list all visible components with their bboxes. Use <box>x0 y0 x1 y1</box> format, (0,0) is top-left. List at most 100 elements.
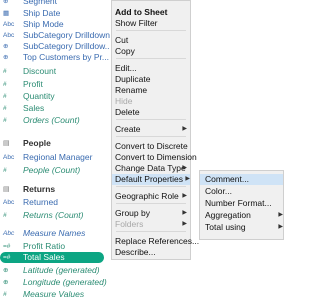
globe-icon: ⊕ <box>3 54 9 61</box>
field-measure-names[interactable]: Abc Measure Names <box>0 228 110 239</box>
menu-item-add-to-sheet[interactable]: Add to Sheet <box>115 7 187 18</box>
field-regional-manager[interactable]: Abc Regional Manager <box>0 152 110 163</box>
number-type-icon: # <box>3 105 7 112</box>
number-type-icon: # <box>3 167 7 174</box>
field-context-menu: Add to Sheet Show Filter Cut Copy Edit... Dup… <box>111 0 199 260</box>
menu-item-label: Copy <box>115 46 135 56</box>
field-latitude-generated[interactable]: ⊕ Latitude (generated) <box>0 265 110 276</box>
field-label: Measure Names <box>23 228 86 238</box>
menu-item-copy[interactable]: Copy <box>115 46 187 57</box>
field-quantity[interactable]: # Quantity <box>0 91 110 102</box>
submenu-item-comment[interactable]: Comment... <box>200 174 283 185</box>
field-label: Orders (Count) <box>23 115 80 125</box>
globe-icon: ⊕ <box>3 279 9 286</box>
menu-separator <box>116 136 186 137</box>
submenu-item-number-format[interactable]: Number Format... <box>205 198 283 209</box>
folder-people[interactable]: ▤ People <box>0 138 110 149</box>
menu-item-label: Show Filter <box>115 18 158 28</box>
folder-returns[interactable]: ▤ Returns <box>0 184 110 195</box>
menu-item-create[interactable]: Create ▶ <box>115 124 187 135</box>
field-label: Returned <box>23 197 58 207</box>
menu-item-hide: Hide <box>115 96 187 107</box>
calendar-icon: ▦ <box>3 10 10 17</box>
number-type-icon: # <box>3 93 7 100</box>
menu-item-duplicate[interactable]: Duplicate <box>115 74 187 85</box>
menu-item-label: Folders <box>115 219 144 229</box>
submenu-arrow-icon: ▶ <box>182 165 187 171</box>
field-top-customers-by-pr[interactable]: ⊕ Top Customers by Pr... <box>0 52 110 63</box>
menu-item-label: Describe... <box>115 247 156 257</box>
submenu-item-label: Comment... <box>205 174 249 184</box>
menu-item-geographic-role[interactable]: Geographic Role ▶ <box>115 191 187 202</box>
menu-item-label: Create <box>115 124 141 134</box>
field-label: People <box>23 138 51 148</box>
field-ship-date[interactable]: ▦ Ship Date <box>0 8 110 19</box>
field-returns-count[interactable]: # Returns (Count) <box>0 210 110 221</box>
menu-item-label: Default Properties <box>115 174 184 184</box>
field-label: People (Count) <box>23 165 81 175</box>
field-label: Sales <box>23 103 45 113</box>
menu-separator <box>116 231 186 232</box>
field-people-count[interactable]: # People (Count) <box>0 165 110 176</box>
menu-item-label: Geographic Role <box>115 191 179 201</box>
field-returned[interactable]: Abc Returned <box>0 197 110 208</box>
submenu-arrow-icon: ▶ <box>278 212 283 218</box>
field-segment[interactable]: ⊕ Segment <box>0 0 110 7</box>
field-label: Ship Mode <box>23 19 64 29</box>
menu-separator <box>116 58 186 59</box>
field-subcategory-drilldow[interactable]: ⊕ SubCategory Drilldow... <box>0 41 110 52</box>
submenu-arrow-icon: ▶ <box>182 193 187 199</box>
menu-item-convert-to-discrete[interactable]: Convert to Discrete <box>115 141 188 152</box>
menu-item-label: Rename <box>115 85 148 95</box>
number-type-icon: =# <box>3 254 11 261</box>
number-type-icon: # <box>3 117 7 124</box>
number-type-icon: # <box>3 291 7 298</box>
field-label: Top Customers by Pr... <box>23 52 109 62</box>
field-measure-values[interactable]: # Measure Values <box>0 289 110 300</box>
field-label: Total Sales <box>23 252 65 262</box>
menu-item-change-data-type[interactable]: Change Data Type ▶ <box>115 163 187 174</box>
menu-item-label: Change Data Type <box>115 163 186 173</box>
string-type-icon: Abc <box>3 154 15 161</box>
menu-item-replace-references[interactable]: Replace References... <box>115 236 199 247</box>
field-sales[interactable]: # Sales <box>0 103 110 114</box>
menu-item-describe[interactable]: Describe... <box>115 247 187 258</box>
data-pane-field-list: ⊕ Segment ▦ Ship Date Abc Ship Mode Abc SubCate… <box>0 0 110 300</box>
field-profit[interactable]: # Profit <box>0 79 110 90</box>
field-orders-count[interactable]: # Orders (Count) <box>0 115 110 126</box>
submenu-item-color[interactable]: Color... <box>205 186 283 197</box>
menu-separator <box>116 186 186 187</box>
submenu-arrow-icon: ▶ <box>182 126 187 132</box>
menu-item-convert-to-dimension[interactable]: Convert to Dimension <box>115 152 197 163</box>
menu-item-cut[interactable]: Cut <box>115 35 187 46</box>
field-discount[interactable]: # Discount <box>0 66 110 77</box>
menu-separator <box>116 30 186 31</box>
submenu-arrow-icon: ▶ <box>182 221 187 227</box>
globe-icon: ⊕ <box>3 267 9 274</box>
field-label: Returns (Count) <box>23 210 84 220</box>
submenu-item-label: Color... <box>205 186 232 196</box>
field-label: Discount <box>23 66 57 76</box>
field-ship-mode[interactable]: Abc Ship Mode <box>0 19 110 30</box>
menu-item-group-by[interactable]: Group by ▶ <box>115 208 187 219</box>
number-type-icon: # <box>3 68 7 75</box>
menu-separator <box>116 119 186 120</box>
globe-icon: ⊕ <box>3 43 9 50</box>
menu-item-rename[interactable]: Rename <box>115 85 187 96</box>
field-longitude-generated[interactable]: ⊕ Longitude (generated) <box>0 277 110 288</box>
menu-item-label: Replace References... <box>115 236 200 246</box>
field-total-sales[interactable]: =# Total Sales <box>0 252 104 263</box>
menu-item-delete[interactable]: Delete <box>115 107 187 118</box>
field-profit-ratio[interactable]: =# Profit Ratio <box>0 241 110 252</box>
string-type-icon: Abc <box>3 230 15 237</box>
field-subcategory-drilldown[interactable]: Abc SubCategory Drilldown <box>0 30 110 41</box>
submenu-item-aggregation[interactable]: Aggregation ▶ <box>205 210 283 221</box>
menu-item-show-filter[interactable]: Show Filter <box>115 18 187 29</box>
number-type-icon: # <box>3 81 7 88</box>
submenu-arrow-icon: ▶ <box>182 210 187 216</box>
menu-item-label: Add to Sheet <box>115 7 168 17</box>
menu-item-default-properties[interactable]: Default Properties ▶ <box>112 174 190 185</box>
menu-item-label: Group by <box>115 208 150 218</box>
submenu-item-total-using[interactable]: Total using ▶ <box>205 222 283 233</box>
menu-item-edit[interactable]: Edit... <box>115 63 187 74</box>
